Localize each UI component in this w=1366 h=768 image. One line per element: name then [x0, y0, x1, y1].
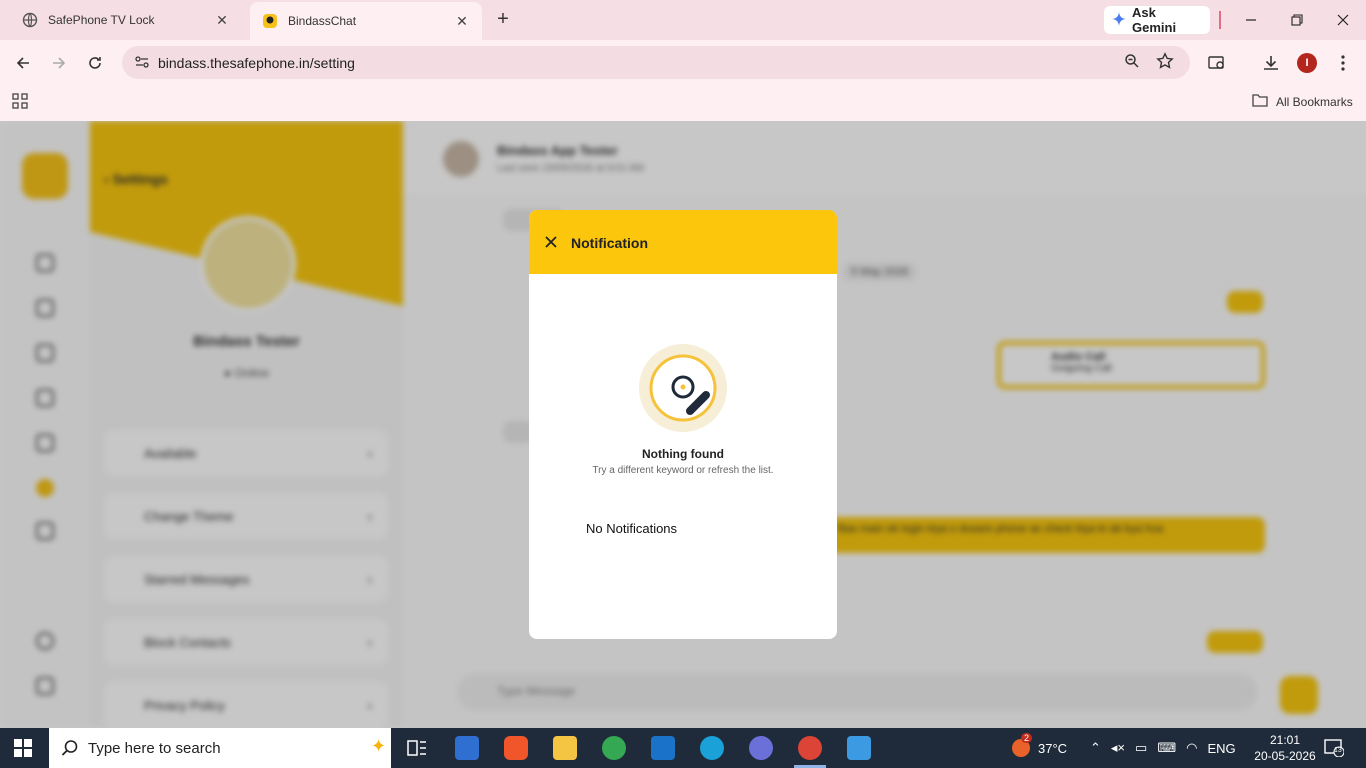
all-bookmarks-button[interactable]: All Bookmarks	[1252, 93, 1353, 110]
site-settings-icon[interactable]	[134, 54, 150, 75]
weather-widget[interactable]: 2 37°C	[1012, 728, 1067, 768]
clock-time: 21:01	[1269, 733, 1301, 747]
file-explorer-icon[interactable]	[553, 736, 577, 760]
empty-state-subtitle: Try a different keyword or refresh the l…	[592, 465, 774, 476]
clock-date: 20-05-2026	[1254, 749, 1316, 763]
bookmarks-bar: All Bookmarks	[0, 85, 1366, 121]
brave-browser-icon[interactable]	[504, 736, 528, 760]
taskbar-search[interactable]: Type here to search ✦	[49, 728, 391, 768]
language-indicator[interactable]: ENG	[1207, 741, 1235, 756]
all-bookmarks-label: All Bookmarks	[1276, 94, 1353, 109]
separator	[1219, 11, 1221, 29]
close-tab-icon[interactable]: ✕	[454, 13, 470, 29]
system-tray: ⌃ ◂× ▭ ⌨ ◠ ENG	[1090, 728, 1236, 768]
notification-center-icon[interactable]: 13	[1324, 739, 1345, 758]
tab-safephone[interactable]: SafePhone TV Lock ✕	[10, 0, 242, 40]
gemini-label: Ask Gemini	[1132, 5, 1177, 35]
notification-count: 13	[1334, 747, 1342, 754]
weather-badge: 2	[1021, 733, 1033, 743]
browser-toolbar: bindass.thesafephone.in/setting I	[0, 40, 1366, 85]
cast-search-icon[interactable]	[1206, 52, 1228, 74]
chat-app-icon[interactable]	[749, 736, 773, 760]
chrome-profile-icon[interactable]	[794, 736, 826, 768]
bindass-app: ‹ Settings Bindass Tester ● Online Avail…	[0, 121, 1366, 728]
modal-title: Notification	[571, 235, 648, 251]
folder-icon	[1252, 93, 1268, 110]
microsoft-store-icon[interactable]	[455, 736, 479, 760]
task-view-icon[interactable]	[405, 736, 429, 760]
profile-avatar[interactable]: I	[1297, 53, 1317, 73]
forward-button[interactable]	[47, 51, 71, 75]
tab-bindasschat[interactable]: BindassChat ✕	[250, 2, 482, 40]
tab-title: SafePhone TV Lock	[48, 13, 155, 27]
input-method-icon[interactable]: ⌨	[1157, 740, 1176, 756]
back-button[interactable]	[11, 51, 35, 75]
globe-icon	[22, 12, 38, 28]
outlook-icon[interactable]	[651, 736, 675, 760]
notification-modal: Notification Nothing found Try a differe…	[529, 210, 837, 639]
edge-icon[interactable]	[700, 736, 724, 760]
bindass-favicon-icon	[262, 13, 278, 29]
close-tab-icon[interactable]: ✕	[214, 12, 230, 28]
empty-search-icon	[638, 343, 728, 433]
gemini-sparkle-icon	[1112, 11, 1126, 29]
search-placeholder: Type here to search	[88, 740, 221, 757]
photos-icon[interactable]	[847, 736, 871, 760]
clock[interactable]: 21:01 20-05-2026	[1250, 732, 1320, 764]
modal-header: Notification	[529, 210, 837, 274]
close-window-button[interactable]	[1331, 8, 1355, 32]
empty-state-title: Nothing found	[642, 447, 724, 461]
url-text[interactable]: bindass.thesafephone.in/setting	[158, 55, 355, 71]
chevron-up-icon[interactable]: ⌃	[1090, 740, 1101, 756]
weather-icon: 2	[1012, 733, 1033, 757]
download-icon[interactable]	[1260, 52, 1282, 74]
wifi-icon[interactable]: ◠	[1186, 740, 1197, 756]
tab-strip: SafePhone TV Lock ✕ BindassChat ✕ + Ask …	[0, 0, 1366, 40]
tab-title: BindassChat	[288, 14, 357, 28]
chrome-icon[interactable]	[602, 736, 626, 760]
weather-temp: 37°C	[1038, 740, 1068, 756]
volume-icon[interactable]: ◂×	[1111, 740, 1125, 756]
no-notifications-text: No Notifications	[586, 521, 678, 536]
windows-taskbar: Type here to search ✦ 2 37°C ⌃ ◂× ▭ ⌨ ◠ …	[0, 728, 1366, 768]
minimize-button[interactable]	[1239, 8, 1263, 32]
more-menu-icon[interactable]	[1332, 52, 1354, 74]
close-icon[interactable]	[543, 234, 559, 250]
zoom-icon[interactable]	[1124, 53, 1140, 74]
bookmark-star-icon[interactable]	[1156, 52, 1174, 75]
ask-gemini-button[interactable]: Ask Gemini	[1104, 5, 1210, 35]
battery-icon[interactable]: ▭	[1135, 740, 1147, 756]
new-tab-button[interactable]: +	[492, 8, 514, 30]
restore-button[interactable]	[1285, 8, 1309, 32]
address-bar[interactable]: bindass.thesafephone.in/setting	[122, 46, 1190, 79]
apps-grid-icon[interactable]	[12, 93, 28, 114]
reload-button[interactable]	[83, 51, 107, 75]
search-icon	[61, 739, 79, 762]
search-highlight-icon: ✦	[371, 736, 387, 756]
windows-start-icon[interactable]	[14, 739, 32, 757]
